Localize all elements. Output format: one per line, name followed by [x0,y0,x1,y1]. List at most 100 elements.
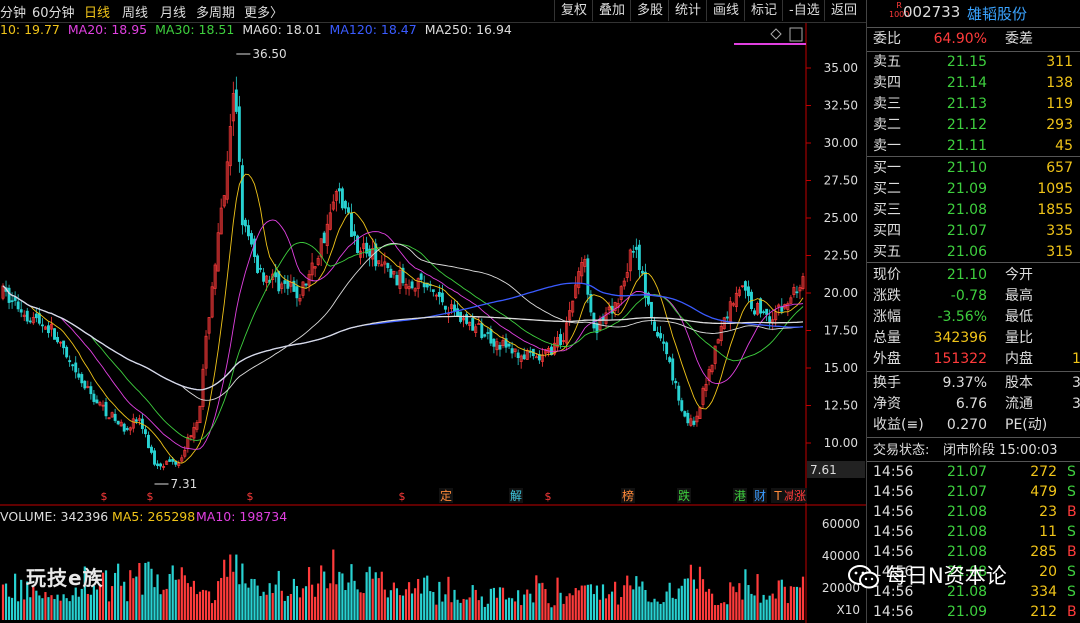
bid-row: 买四 21.07 335 [873,223,1073,239]
candle-body [159,463,163,467]
tick-row: 14:56 21.07 272 S [873,464,1076,480]
volume-bar [295,585,299,620]
volume-bar [577,590,580,620]
volume-bar [356,589,359,620]
volume-bar [674,598,677,620]
toolbar-button-2[interactable]: 多股 [630,0,669,21]
volume-bar [129,570,132,620]
volume-bar [598,599,602,620]
volume-bar [17,601,20,620]
volume-bar [4,583,8,620]
candle-body [665,342,669,355]
candle-body [80,374,84,384]
tab-1[interactable]: 60分钟 [32,2,75,21]
volume-bar [771,593,774,620]
volume-bar [317,583,320,620]
bid-row: 买一 21.10 657 [873,160,1073,176]
stock-code[interactable]: 002733 [903,3,960,21]
candle-body [389,268,393,278]
kline-chart[interactable]: 35.00 32.50 30.00 27.50 25.00 22.50 20.00 17.50… [0,22,866,623]
tab-0[interactable]: 分钟 [0,2,26,21]
volume-bar [489,588,492,620]
volume-bar [177,579,180,620]
volume-bar [665,591,668,620]
candle-body [765,308,769,315]
tab-6[interactable]: 更多〉 [244,2,283,21]
candle-body [483,334,487,337]
low-value-label: 7.61 [810,463,837,477]
candle-body [256,255,259,273]
volume-bar [123,581,126,620]
volume-bar [689,564,692,620]
toolbar-button-1[interactable]: 叠加 [592,0,631,21]
tab-2[interactable]: 日线 [84,2,110,21]
volume-bar [350,564,353,620]
volume-bar [277,570,280,620]
volume-bar [398,595,402,620]
fundamental-row: 收益(≡) 0.270 PE(动) [873,417,1048,433]
tab-5[interactable]: 多周期 [196,2,235,21]
volume-bar [526,589,529,620]
volume-bar [229,554,232,620]
volume-bar [107,601,111,620]
volume-bar [162,589,165,620]
candle-body [795,291,799,294]
candle-body [113,413,117,421]
volume-bar [341,573,344,620]
toolbar-button-0[interactable]: 复权 [554,0,593,21]
volume-bar [156,574,159,620]
volume-bar [495,597,499,620]
volume-bar [456,599,459,620]
stock-name[interactable]: 雄韬股份 [967,3,1027,24]
volume-bar [762,594,765,620]
ask-row: 卖五 21.15 311 [873,54,1073,70]
volume-bar [353,580,356,620]
volume-bar [47,597,50,620]
candle-body [659,333,663,339]
candle-body [34,313,38,319]
volume-bar [556,577,559,620]
volume-bar [192,580,196,620]
ask-row: 卖一 21.11 45 [873,138,1073,154]
quote-panel: R 1000 002733 雄韬股份 委比 64.90% 委差 交易状态: 闭市阶… [866,0,1080,623]
diamond-icon [770,28,782,40]
volume-bar [698,566,702,620]
toolbar-button-4[interactable]: 画线 [706,0,745,21]
volume-bar [692,579,696,620]
volume-bar [559,592,562,620]
event-marker-dollar: $ [147,490,154,503]
volume-bar [680,585,683,620]
volume-bar [465,599,468,620]
volume-bar [95,589,99,620]
price-tick-label: 22.50 [824,249,858,263]
volume-bar [186,583,189,620]
volume-bar [617,604,620,620]
event-marker-10: 财 [754,489,766,503]
tab-3[interactable]: 周线 [122,2,148,21]
volume-bar [165,588,168,620]
volume-bar [232,571,235,620]
toolbar-button-5[interactable]: 标记 [744,0,783,21]
candle-body [747,286,750,297]
toolbar-button-6[interactable]: -自选 [782,0,826,21]
candle-body [83,380,87,389]
candle-body [150,446,153,453]
volume-bar [198,591,202,620]
volume-bar [653,598,656,620]
volume-bar [256,585,259,620]
candle-body [410,281,414,289]
candle-body [743,281,747,291]
volume-bar [117,563,120,620]
toolbar-button-7[interactable]: 返回 [824,0,863,21]
volume-bar [65,598,68,620]
volume-bar [738,583,741,620]
volume-bar [729,582,732,620]
volume-bar [407,582,411,620]
volume-bar [204,590,208,620]
candle-body [650,301,653,318]
wechat-icon [848,565,879,589]
toolbar-button-3[interactable]: 统计 [668,0,707,21]
tab-4[interactable]: 月线 [160,2,186,21]
volume-bar [35,590,38,620]
candle-body [686,412,690,424]
